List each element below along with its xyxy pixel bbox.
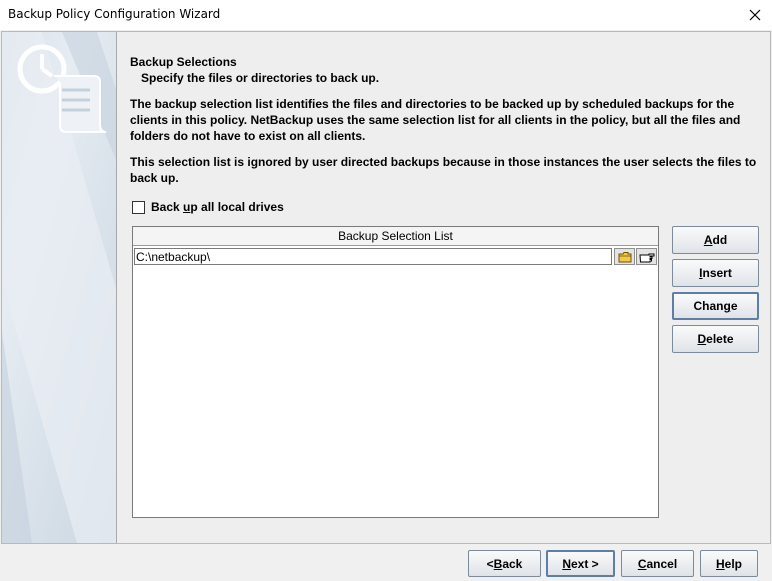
help-button[interactable]: Help [700, 550, 758, 577]
backup-all-local-drives-option[interactable]: Back up all local drives [132, 200, 284, 214]
selection-path-input[interactable] [134, 248, 612, 265]
insert-button[interactable]: Insert [672, 259, 759, 287]
pointing-hand-icon [638, 253, 654, 262]
sidebar-illustration [2, 32, 116, 543]
close-icon [749, 9, 761, 21]
select-directive-button[interactable] [636, 248, 657, 265]
backup-all-local-drives-label: Back up all local drives [151, 200, 284, 214]
description-paragraph-2: This selection list is ignored by user d… [130, 155, 757, 185]
wizard-nav-bar: < Back Next > Cancel Help [0, 544, 772, 581]
page-subheading: Specify the files or directories to back… [141, 71, 380, 85]
change-button[interactable]: Chan g e [672, 292, 759, 320]
wizard-content: Backup Selections Specify the files or d… [118, 32, 770, 543]
next-button[interactable]: Next > [546, 550, 615, 577]
title-bar: Backup Policy Configuration Wizard [0, 0, 772, 30]
description-paragraph-1: The backup selection list identifies the… [130, 97, 741, 143]
window-title: Backup Policy Configuration Wizard [8, 7, 221, 21]
browse-folder-button[interactable] [614, 248, 635, 265]
cancel-button[interactable]: Cancel [621, 550, 694, 577]
scroll-icon [54, 75, 107, 133]
backup-all-local-drives-checkbox[interactable] [132, 200, 145, 214]
back-button[interactable]: < Back [468, 550, 541, 577]
page-heading: Backup Selections [130, 55, 237, 69]
wizard-sidebar-graphic [2, 32, 117, 543]
folder-icon [618, 251, 631, 262]
list-column-header: Backup Selection List [133, 227, 658, 246]
list-item[interactable] [133, 247, 658, 267]
add-button[interactable]: Add [672, 226, 759, 254]
delete-button[interactable]: Delete [672, 325, 759, 353]
close-button[interactable] [738, 0, 772, 30]
backup-selection-list[interactable]: Backup Selection List [132, 226, 659, 518]
